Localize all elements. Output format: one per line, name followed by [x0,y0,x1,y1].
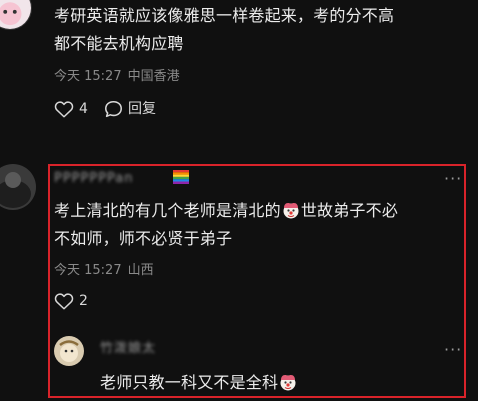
comment2-location: 山西 [127,263,154,278]
heart-icon [54,293,74,310]
reply1-username[interactable]: 竹泼娘太 [100,340,156,358]
comment2-more-button[interactable]: ··· [444,171,462,187]
comment2-avatar[interactable] [0,164,36,210]
reply1-text: 老师只教一科又不是全科 [100,369,298,397]
comment2-like-count: 2 [79,293,88,309]
comment1-text-line2: 都不能去机构应聘 [54,34,184,53]
comment2-text-line1-b: 世故弟子不必 [300,201,399,220]
speech-bubble-icon [105,100,122,118]
reply1-avatar[interactable] [54,336,84,366]
comment2-meta: 今天 15:27 山西 [54,262,160,280]
comment2-text-line1: 考上清北的有几个老师是清北的 世故弟子不必 [54,197,398,225]
comment2-time: 今天 15:27 [54,263,122,278]
comment1-time: 今天 15:27 [54,69,122,84]
comment1-reply-label: 回复 [128,101,156,117]
rainbow-icon [173,170,189,184]
reply1-more-button[interactable]: ··· [444,342,462,358]
clown-emoji-icon [283,203,299,219]
heart-icon [54,101,74,118]
comment1-meta: 今天 15:27 中国香港 [54,68,186,86]
comment1-location: 中国香港 [127,69,180,84]
reply1-text-content: 老师只教一科又不是全科 [100,373,279,392]
clown-emoji-icon [280,375,296,391]
comment1-like-button[interactable]: 4 [54,100,88,118]
comment1-avatar[interactable] [0,0,32,30]
comment2-like-button[interactable]: 2 [54,292,88,310]
comment2-text-line1-a: 考上清北的有几个老师是清北的 [54,201,281,220]
comment2-text-line2: 不如师，师不必贤于弟子 [54,229,233,248]
comment2-username[interactable]: PPPPPPPan [54,170,134,188]
comment1-reply-button[interactable]: 回复 [104,100,156,118]
comment1-like-count: 4 [79,101,88,117]
comment1-text-line1: 考研英语就应该像雅思一样卷起来，考的分不高 [54,6,395,25]
